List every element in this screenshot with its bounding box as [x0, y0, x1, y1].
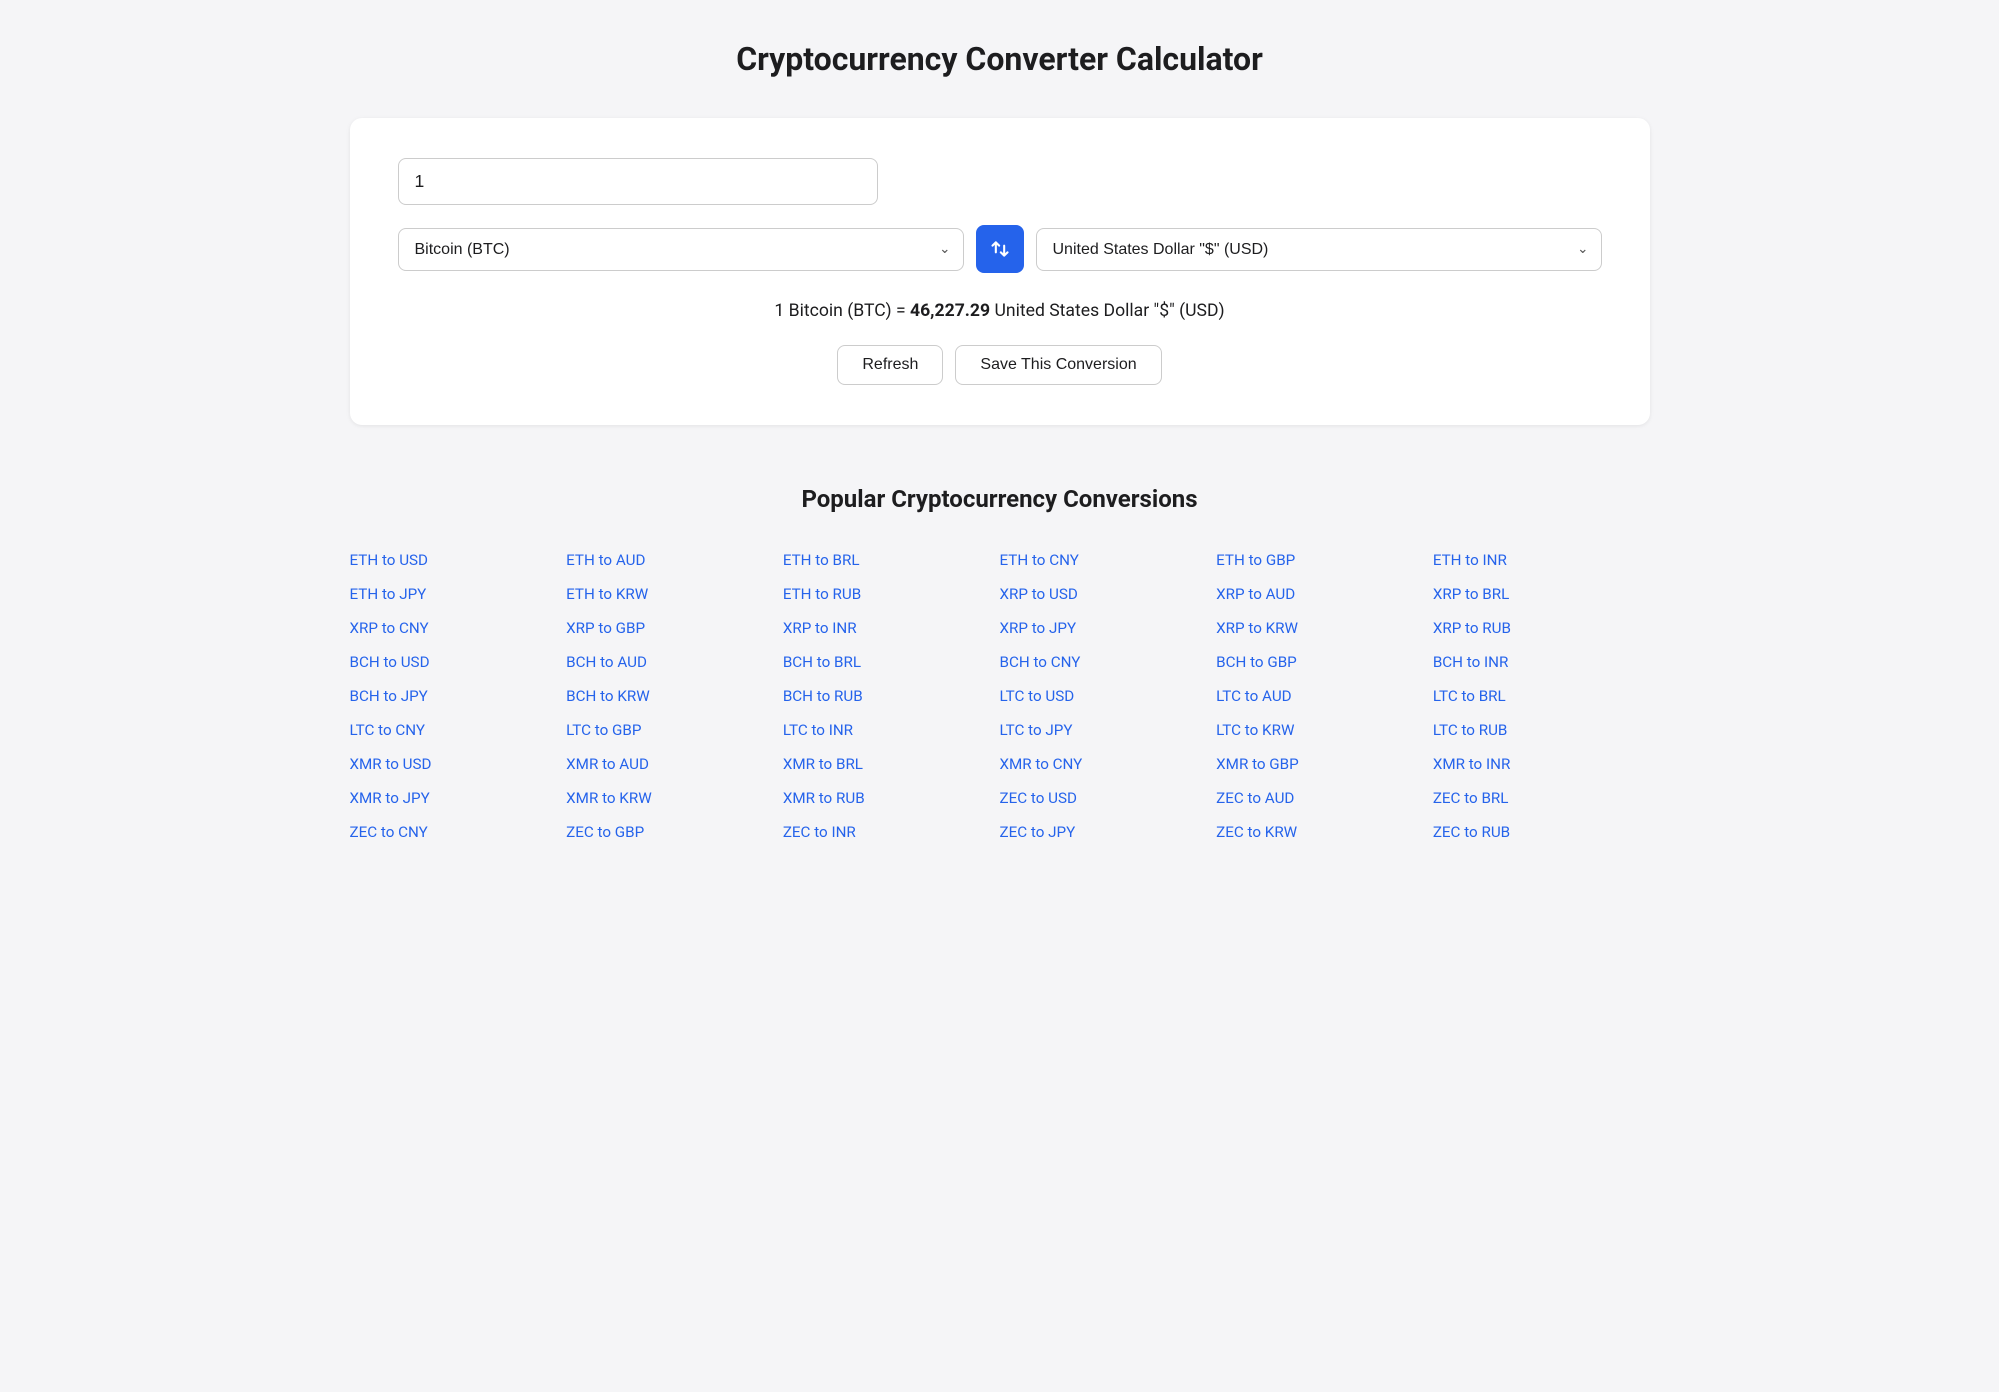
conversion-link[interactable]: ZEC to GBP	[566, 817, 783, 847]
conversion-link[interactable]: ZEC to USD	[1000, 783, 1217, 813]
conversion-link[interactable]: XRP to GBP	[566, 613, 783, 643]
conversion-link[interactable]: BCH to GBP	[1216, 647, 1433, 677]
save-conversion-button[interactable]: Save This Conversion	[955, 345, 1161, 385]
conversion-link[interactable]: ZEC to BRL	[1433, 783, 1650, 813]
conversion-link[interactable]: XMR to GBP	[1216, 749, 1433, 779]
conversions-grid: ETH to USDETH to AUDETH to BRLETH to CNY…	[350, 545, 1650, 847]
conversion-link[interactable]: XRP to AUD	[1216, 579, 1433, 609]
from-currency-select[interactable]: Bitcoin (BTC) Ethereum (ETH) XRP (XRP) B…	[399, 229, 928, 270]
conversion-link[interactable]: BCH to USD	[350, 647, 567, 677]
from-chevron-icon: ⌄	[927, 241, 962, 257]
conversion-link[interactable]: XRP to JPY	[1000, 613, 1217, 643]
conversion-link[interactable]: LTC to USD	[1000, 681, 1217, 711]
conversion-link[interactable]: XMR to AUD	[566, 749, 783, 779]
conversion-link[interactable]: XMR to KRW	[566, 783, 783, 813]
swap-icon	[990, 239, 1010, 259]
conversion-link[interactable]: BCH to BRL	[783, 647, 1000, 677]
conversion-link[interactable]: BCH to JPY	[350, 681, 567, 711]
conversion-link[interactable]: ETH to USD	[350, 545, 567, 575]
conversion-link[interactable]: LTC to AUD	[1216, 681, 1433, 711]
action-buttons: Refresh Save This Conversion	[398, 345, 1602, 385]
conversion-link[interactable]: ZEC to AUD	[1216, 783, 1433, 813]
popular-title: Popular Cryptocurrency Conversions	[350, 485, 1650, 513]
conversion-link[interactable]: BCH to KRW	[566, 681, 783, 711]
conversion-link[interactable]: BCH to CNY	[1000, 647, 1217, 677]
to-currency-wrapper: United States Dollar "$" (USD) Australia…	[1036, 228, 1602, 271]
conversion-link[interactable]: XMR to JPY	[350, 783, 567, 813]
conversion-link[interactable]: XRP to KRW	[1216, 613, 1433, 643]
conversion-link[interactable]: ETH to GBP	[1216, 545, 1433, 575]
conversion-link[interactable]: ZEC to CNY	[350, 817, 567, 847]
conversion-link[interactable]: XRP to RUB	[1433, 613, 1650, 643]
conversion-link[interactable]: BCH to RUB	[783, 681, 1000, 711]
amount-input[interactable]	[398, 158, 878, 205]
refresh-button[interactable]: Refresh	[837, 345, 943, 385]
conversion-link[interactable]: XMR to USD	[350, 749, 567, 779]
conversion-link[interactable]: ZEC to KRW	[1216, 817, 1433, 847]
conversion-link[interactable]: LTC to JPY	[1000, 715, 1217, 745]
conversion-link[interactable]: ETH to RUB	[783, 579, 1000, 609]
conversion-link[interactable]: XRP to CNY	[350, 613, 567, 643]
result-from-text: 1 Bitcoin (BTC)	[774, 301, 891, 321]
result-equals: =	[896, 301, 910, 321]
conversion-link[interactable]: ETH to AUD	[566, 545, 783, 575]
result-line: 1 Bitcoin (BTC) = 46,227.29 United State…	[398, 301, 1602, 321]
conversion-link[interactable]: ETH to JPY	[350, 579, 567, 609]
conversion-link[interactable]: ZEC to INR	[783, 817, 1000, 847]
conversion-link[interactable]: LTC to BRL	[1433, 681, 1650, 711]
conversion-link[interactable]: LTC to INR	[783, 715, 1000, 745]
selectors-row: Bitcoin (BTC) Ethereum (ETH) XRP (XRP) B…	[398, 225, 1602, 273]
from-currency-wrapper: Bitcoin (BTC) Ethereum (ETH) XRP (XRP) B…	[398, 228, 964, 271]
conversion-link[interactable]: BCH to AUD	[566, 647, 783, 677]
conversion-link[interactable]: XMR to BRL	[783, 749, 1000, 779]
conversion-link[interactable]: ETH to BRL	[783, 545, 1000, 575]
swap-button[interactable]	[976, 225, 1024, 273]
conversion-link[interactable]: ETH to CNY	[1000, 545, 1217, 575]
conversion-link[interactable]: XMR to CNY	[1000, 749, 1217, 779]
conversion-link[interactable]: XRP to INR	[783, 613, 1000, 643]
conversion-link[interactable]: XRP to USD	[1000, 579, 1217, 609]
conversion-link[interactable]: XMR to INR	[1433, 749, 1650, 779]
conversion-link[interactable]: ZEC to RUB	[1433, 817, 1650, 847]
conversion-link[interactable]: LTC to GBP	[566, 715, 783, 745]
conversion-link[interactable]: ETH to KRW	[566, 579, 783, 609]
conversion-link[interactable]: LTC to RUB	[1433, 715, 1650, 745]
page-title: Cryptocurrency Converter Calculator	[350, 40, 1650, 78]
to-chevron-icon: ⌄	[1565, 241, 1600, 257]
conversion-link[interactable]: XRP to BRL	[1433, 579, 1650, 609]
converter-card: Bitcoin (BTC) Ethereum (ETH) XRP (XRP) B…	[350, 118, 1650, 425]
conversion-link[interactable]: XMR to RUB	[783, 783, 1000, 813]
conversion-link[interactable]: LTC to CNY	[350, 715, 567, 745]
conversion-link[interactable]: ETH to INR	[1433, 545, 1650, 575]
conversion-link[interactable]: LTC to KRW	[1216, 715, 1433, 745]
popular-section: Popular Cryptocurrency Conversions ETH t…	[350, 485, 1650, 847]
result-value: 46,227.29	[910, 301, 990, 321]
to-currency-select[interactable]: United States Dollar "$" (USD) Australia…	[1037, 229, 1566, 270]
conversion-link[interactable]: BCH to INR	[1433, 647, 1650, 677]
page-container: Cryptocurrency Converter Calculator Bitc…	[350, 40, 1650, 847]
result-unit-text: United States Dollar "$" (USD)	[994, 301, 1224, 321]
conversion-link[interactable]: ZEC to JPY	[1000, 817, 1217, 847]
